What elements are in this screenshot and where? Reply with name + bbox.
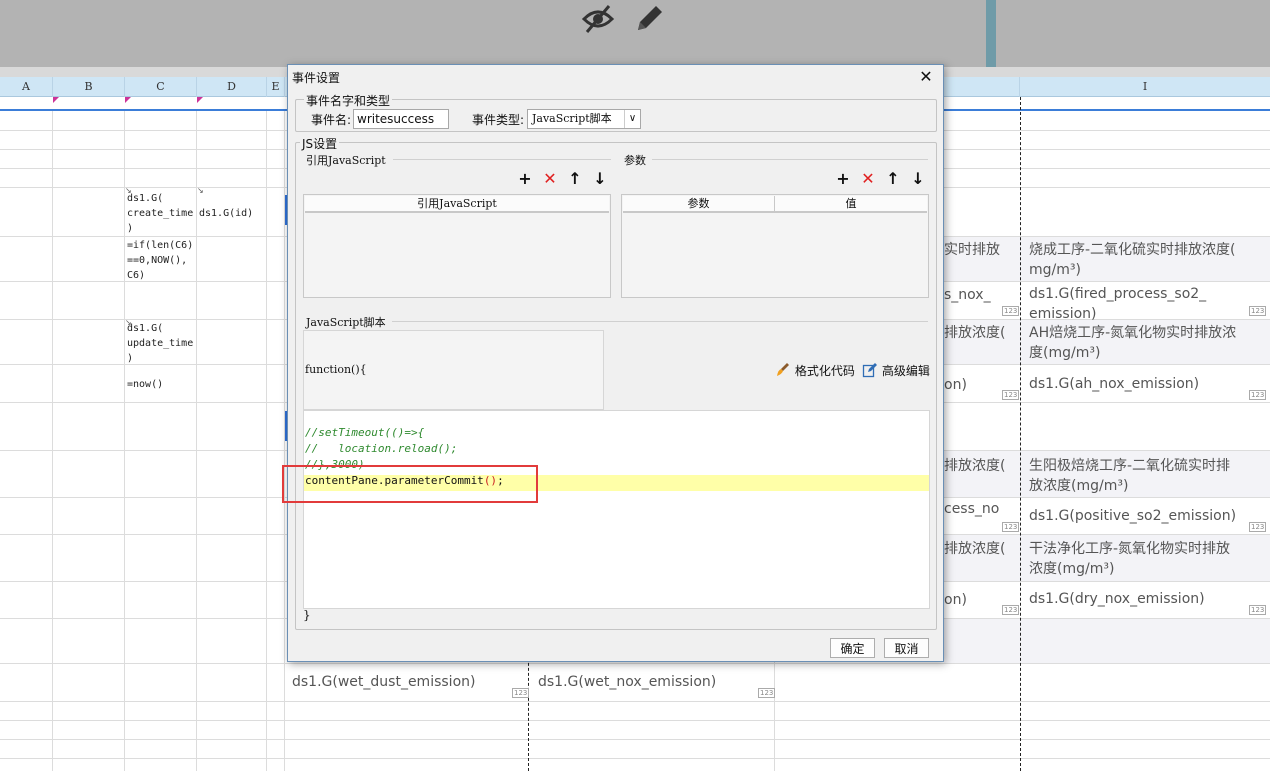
cell-partial[interactable]: on) xyxy=(944,375,967,395)
cell-partial[interactable]: 实时排放 xyxy=(944,240,1000,260)
cell-marker xyxy=(197,97,203,103)
params-table[interactable]: 参数 值 xyxy=(621,194,929,298)
divider xyxy=(652,159,928,160)
code-line-1: //setTimeout(()=>{ xyxy=(305,426,425,439)
cell-i-dry-label[interactable]: 干法净化工序-氮氧化物实时排放 浓度(mg/m³) xyxy=(1029,539,1230,579)
move-down-ref-js-icon[interactable]: ↓ xyxy=(591,170,609,188)
cell-i-fired-so2[interactable]: ds1.G(fired_process_so2_ emission) xyxy=(1029,284,1206,324)
code-line-2: // location.reload(); xyxy=(305,442,458,455)
script-title: JavaScript脚本 xyxy=(306,316,386,329)
name-type-legend: 事件名字和类型 xyxy=(304,92,393,109)
hide-eye-icon[interactable] xyxy=(581,2,615,36)
cell-marker xyxy=(53,97,59,103)
dialog-title: 事件设置 xyxy=(292,71,341,85)
cell-i-ah-nox[interactable]: ds1.G(ah_nox_emission) xyxy=(1029,374,1199,394)
column-header-d[interactable]: D xyxy=(197,77,267,97)
number-type-badge: 123 xyxy=(512,688,530,698)
column-header-e[interactable]: E xyxy=(267,77,285,97)
cell-c-update-time[interactable]: ds1.G( update_time ) xyxy=(127,321,193,366)
advanced-edit-button[interactable]: 高级编辑 xyxy=(862,362,930,379)
event-name-input[interactable] xyxy=(353,109,449,129)
event-settings-dialog: 事件设置 ✕ 事件名字和类型 事件名: 事件类型: JavaScript脚本 ∨… xyxy=(287,64,944,662)
page-break-line xyxy=(1020,97,1021,771)
cell-partial[interactable]: 排放浓度( xyxy=(944,323,1005,343)
cancel-button[interactable]: 取消 xyxy=(884,638,929,658)
number-type-badge: 123 xyxy=(1002,605,1020,615)
format-code-label: 格式化代码 xyxy=(794,364,855,378)
cell-wet-dust[interactable]: ds1.G(wet_dust_emission) xyxy=(292,672,475,692)
number-type-badge: 123 xyxy=(1249,605,1267,615)
cell-partial[interactable]: on) xyxy=(944,590,967,610)
cell-i-positive-so2[interactable]: ds1.G(positive_so2_emission) xyxy=(1029,506,1236,526)
annotation-highlight-box xyxy=(282,465,538,503)
event-type-label: 事件类型: xyxy=(472,113,525,127)
toolbar-divider xyxy=(986,0,996,67)
ref-js-title: 引用JavaScript xyxy=(306,154,386,167)
cell-c-if-formula[interactable]: =if(len(C6) ==0,NOW(), C6) xyxy=(127,238,193,283)
number-type-badge: 123 xyxy=(1002,390,1020,400)
cell-partial[interactable]: s_nox_ xyxy=(944,285,991,305)
number-type-badge: 123 xyxy=(758,688,776,698)
event-name-label: 事件名: xyxy=(311,113,352,127)
function-closing-brace: } xyxy=(303,608,311,622)
column-header-i[interactable]: I xyxy=(1020,77,1270,97)
params-title: 参数 xyxy=(624,154,646,167)
cell-partial[interactable]: 排放浓度( xyxy=(944,539,1005,559)
column-header-blank[interactable] xyxy=(944,77,1020,97)
function-header: function(){ xyxy=(305,363,367,376)
number-type-badge: 123 xyxy=(1002,306,1020,316)
ok-button[interactable]: 确定 xyxy=(830,638,875,658)
value-column-header[interactable]: 值 xyxy=(775,196,927,213)
close-icon[interactable]: ✕ xyxy=(915,66,937,88)
add-param-icon[interactable]: + xyxy=(834,170,852,188)
format-code-button[interactable]: 格式化代码 xyxy=(775,362,855,379)
add-ref-js-icon[interactable]: + xyxy=(516,170,534,188)
function-header-box: function(){ xyxy=(303,330,604,410)
move-up-ref-js-icon[interactable]: ↑ xyxy=(566,170,584,188)
cell-i-ah-nox-label[interactable]: AH焙烧工序-氮氧化物实时排放浓 度(mg/m³) xyxy=(1029,323,1236,363)
cell-arrow: ↘ xyxy=(197,186,204,195)
divider xyxy=(393,159,611,160)
column-header-c[interactable]: C xyxy=(125,77,197,97)
event-type-value: JavaScript脚本 xyxy=(532,112,612,125)
column-header-b[interactable]: B xyxy=(53,77,125,97)
name-type-group: 事件名字和类型 事件名: 事件类型: JavaScript脚本 ∨ xyxy=(295,92,937,132)
number-type-badge: 123 xyxy=(1002,522,1020,532)
number-type-badge: 123 xyxy=(1249,306,1267,316)
chevron-down-icon[interactable]: ∨ xyxy=(624,110,640,128)
cell-c-create-time[interactable]: ds1.G( create_time ) xyxy=(127,191,193,236)
event-type-select[interactable]: JavaScript脚本 ∨ xyxy=(527,109,641,129)
column-header-a[interactable]: A xyxy=(0,77,53,97)
broom-icon xyxy=(777,363,789,376)
ref-js-table[interactable]: 引用JavaScript xyxy=(303,194,611,298)
remove-param-icon[interactable]: ✕ xyxy=(859,170,877,188)
edit-pencil-icon[interactable] xyxy=(632,2,666,36)
cell-partial[interactable]: 排放浓度( xyxy=(944,456,1005,476)
cell-d-id[interactable]: ds1.G(id) xyxy=(199,206,253,221)
cell-wet-nox[interactable]: ds1.G(wet_nox_emission) xyxy=(538,672,716,692)
cell-i-dry-nox[interactable]: ds1.G(dry_nox_emission) xyxy=(1029,589,1205,609)
move-up-param-icon[interactable]: ↑ xyxy=(884,170,902,188)
number-type-badge: 123 xyxy=(1249,522,1267,532)
move-down-param-icon[interactable]: ↓ xyxy=(909,170,927,188)
row-shade xyxy=(944,619,1270,663)
cell-c-now[interactable]: =now() xyxy=(127,377,163,392)
remove-ref-js-icon[interactable]: ✕ xyxy=(541,170,559,188)
code-editor[interactable]: //setTimeout(()=>{ // location.reload();… xyxy=(303,410,930,609)
cell-partial[interactable]: cess_no xyxy=(944,499,999,519)
ref-js-column-header[interactable]: 引用JavaScript xyxy=(305,196,609,213)
number-type-badge: 123 xyxy=(1249,390,1267,400)
cell-i-positive-label[interactable]: 生阳极焙烧工序-二氧化硫实时排 放浓度(mg/m³) xyxy=(1029,456,1230,496)
cell-i-so2-label[interactable]: 烧成工序-二氧化硫实时排放浓度( mg/m³) xyxy=(1029,240,1236,280)
param-column-header[interactable]: 参数 xyxy=(623,196,775,213)
divider xyxy=(392,321,928,322)
cell-marker xyxy=(125,97,131,103)
advanced-edit-label: 高级编辑 xyxy=(881,364,930,378)
js-settings-legend: JS设置 xyxy=(300,135,340,152)
edit-icon xyxy=(862,363,877,378)
